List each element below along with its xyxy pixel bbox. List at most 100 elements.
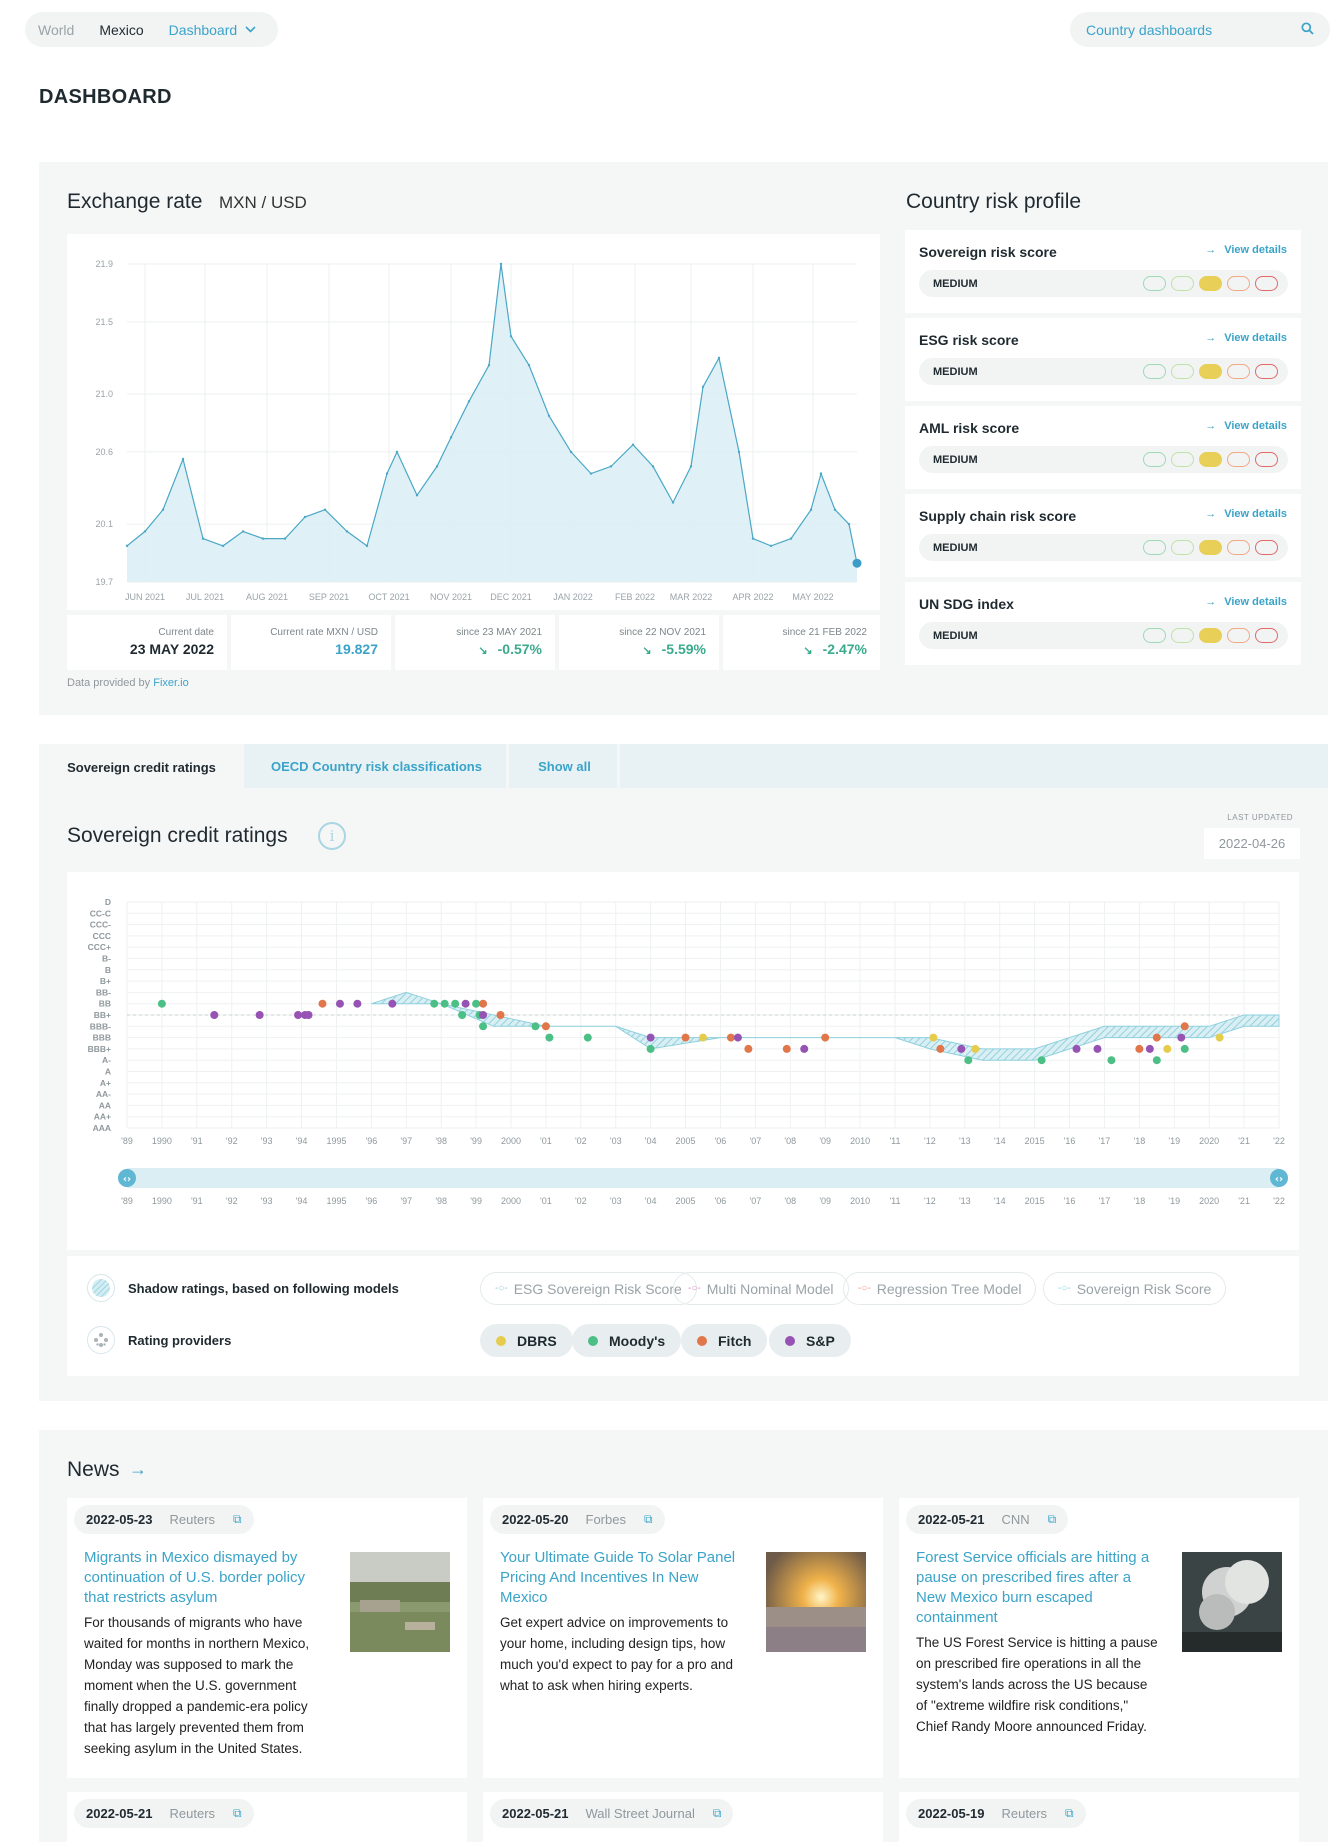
model-sovereign-toggle[interactable]: -○- Sovereign Risk Score xyxy=(1043,1272,1227,1305)
news-card[interactable]: 2022-05-21 Reuters ⧉ xyxy=(67,1792,467,1842)
view-details-link[interactable]: → View details xyxy=(1205,420,1287,432)
rating-point[interactable] xyxy=(1145,1044,1154,1053)
rating-point[interactable] xyxy=(782,1044,791,1053)
rating-point[interactable] xyxy=(726,1033,735,1042)
rating-point[interactable] xyxy=(1037,1056,1046,1065)
rating-point[interactable] xyxy=(496,1011,505,1019)
news-card[interactable]: 2022-05-19 Reuters ⧉ xyxy=(899,1792,1299,1842)
news-card[interactable]: 2022-05-23 Reuters ⧉ Migrants in Mexico di… xyxy=(67,1498,467,1778)
rating-point[interactable] xyxy=(458,1011,467,1019)
view-details-link[interactable]: → View details xyxy=(1205,596,1287,608)
rating-point[interactable] xyxy=(157,999,166,1008)
rating-point[interactable] xyxy=(531,1022,540,1031)
rating-point[interactable] xyxy=(335,999,344,1008)
news-headline[interactable]: Migrants in Mexico dismayed by continuat… xyxy=(84,1548,324,1608)
rating-point[interactable] xyxy=(304,1011,313,1019)
model-esg-toggle[interactable]: -○- ESG Sovereign Risk Score xyxy=(480,1272,697,1305)
rating-point[interactable] xyxy=(1215,1033,1224,1042)
rating-point[interactable] xyxy=(821,1033,830,1042)
breadcrumb-world[interactable]: World xyxy=(38,22,74,38)
rating-point[interactable] xyxy=(1093,1044,1102,1053)
rating-point[interactable] xyxy=(294,1011,303,1019)
search-icon[interactable] xyxy=(1301,21,1314,38)
provider-fitch-toggle[interactable]: Fitch xyxy=(681,1324,768,1357)
tab-oecd[interactable]: OECD Country risk classifications xyxy=(247,744,509,788)
info-icon[interactable]: i xyxy=(318,822,346,850)
external-link-icon[interactable]: ⧉ xyxy=(233,1806,242,1821)
provider-moodys-toggle[interactable]: Moody's xyxy=(572,1324,682,1357)
model-regression-toggle[interactable]: -○- Regression Tree Model xyxy=(843,1272,1037,1305)
external-link-icon[interactable]: ⧉ xyxy=(713,1806,722,1821)
rating-point[interactable] xyxy=(440,999,449,1008)
rating-point[interactable] xyxy=(472,999,481,1008)
rating-point[interactable] xyxy=(255,1011,264,1019)
news-card[interactable]: 2022-05-20 Forbes ⧉ Your Ultimate Guide To… xyxy=(483,1498,883,1778)
breadcrumb-country[interactable]: Mexico xyxy=(99,22,143,38)
model-multinominal-toggle[interactable]: -○- Multi Nominal Model xyxy=(673,1272,849,1305)
view-details-link[interactable]: → View details xyxy=(1205,508,1287,520)
rating-point[interactable] xyxy=(1152,1056,1161,1065)
rating-point[interactable] xyxy=(744,1044,753,1053)
rating-point[interactable] xyxy=(479,999,488,1008)
external-link-icon[interactable]: ⧉ xyxy=(644,1512,653,1527)
rating-point[interactable] xyxy=(964,1056,973,1065)
provider-dbrs-toggle[interactable]: DBRS xyxy=(480,1324,573,1357)
search-input[interactable]: Country dashboards xyxy=(1070,12,1330,47)
rating-point[interactable] xyxy=(1152,1033,1161,1042)
rating-point[interactable] xyxy=(388,999,397,1008)
rating-point[interactable] xyxy=(430,999,439,1008)
news-card[interactable]: 2022-05-21 CNN ⧉ Forest Service officials … xyxy=(899,1498,1299,1778)
rating-point[interactable] xyxy=(733,1033,742,1042)
rating-point[interactable] xyxy=(936,1044,945,1053)
news-thumbnail[interactable] xyxy=(1182,1552,1282,1652)
external-link-icon[interactable]: ⧉ xyxy=(233,1512,242,1527)
ratings-chart-svg[interactable]: DCC-CCCC-CCCCCC+B-BB+BB-BBBB+BBB-BBBBBB+… xyxy=(67,872,1299,1250)
news-headline[interactable]: Your Ultimate Guide To Solar Panel Prici… xyxy=(500,1548,740,1608)
rating-point[interactable] xyxy=(1177,1033,1186,1042)
rating-point[interactable] xyxy=(1180,1044,1189,1053)
external-link-icon[interactable]: ⧉ xyxy=(1048,1512,1057,1527)
rating-point[interactable] xyxy=(451,999,460,1008)
breadcrumb-dashboard[interactable]: Dashboard xyxy=(169,22,238,38)
rating-point[interactable] xyxy=(1072,1044,1081,1053)
rating-point[interactable] xyxy=(583,1033,592,1042)
rating-point[interactable] xyxy=(1180,1022,1189,1031)
view-details-link[interactable]: → View details xyxy=(1205,244,1287,256)
tab-sovereign[interactable]: Sovereign credit ratings xyxy=(39,744,244,790)
provider-sp-toggle[interactable]: S&P xyxy=(769,1324,851,1357)
exchange-chart[interactable]: 21.9 21.5 21.0 20.6 20.1 19.7 JUN 2021 JUL 2021… xyxy=(67,234,880,610)
rating-point[interactable] xyxy=(541,1022,550,1031)
rating-point[interactable] xyxy=(957,1044,966,1053)
data-source-link[interactable]: Fixer.io xyxy=(153,677,188,689)
tab-show-all[interactable]: Show all xyxy=(512,744,620,788)
exchange-chart-svg[interactable]: 21.9 21.5 21.0 20.6 20.1 19.7 JUN 2021 JUL 2021… xyxy=(67,234,880,610)
rating-point[interactable] xyxy=(681,1033,690,1042)
chevron-down-icon[interactable] xyxy=(245,24,256,36)
rating-point[interactable] xyxy=(353,999,362,1008)
external-link-icon[interactable]: ⧉ xyxy=(1065,1806,1074,1821)
news-headline[interactable]: Forest Service officials are hitting a p… xyxy=(916,1548,1156,1628)
current-rate-marker[interactable] xyxy=(852,558,862,568)
ratings-chart[interactable]: D CC-C CCC- CCC CCC+ B- B B+ BB- BB BB+ BBB- BBB BBB+… xyxy=(67,872,1299,1250)
rating-point[interactable] xyxy=(699,1033,707,1042)
rating-point[interactable] xyxy=(646,1044,655,1053)
news-thumbnail[interactable] xyxy=(350,1552,450,1652)
news-thumbnail[interactable] xyxy=(766,1552,866,1652)
rating-point[interactable] xyxy=(545,1033,554,1042)
range-slider-track[interactable] xyxy=(127,1168,1279,1188)
rating-point[interactable] xyxy=(1163,1044,1172,1053)
rating-point[interactable] xyxy=(318,999,327,1008)
arrow-right-icon[interactable]: → xyxy=(129,1459,147,1480)
rating-point[interactable] xyxy=(971,1044,980,1053)
rating-point[interactable] xyxy=(461,999,470,1008)
rating-point[interactable] xyxy=(646,1033,655,1042)
rating-point[interactable] xyxy=(1135,1044,1144,1053)
rating-point[interactable] xyxy=(210,1011,219,1019)
rating-point[interactable] xyxy=(929,1033,938,1042)
news-card[interactable]: 2022-05-21 Wall Street Journal ⧉ xyxy=(483,1792,883,1842)
rating-point[interactable] xyxy=(1107,1056,1116,1065)
rating-point[interactable] xyxy=(479,1011,488,1019)
rating-point[interactable] xyxy=(800,1044,809,1053)
rating-point[interactable] xyxy=(479,1022,488,1031)
view-details-link[interactable]: → View details xyxy=(1205,332,1287,344)
